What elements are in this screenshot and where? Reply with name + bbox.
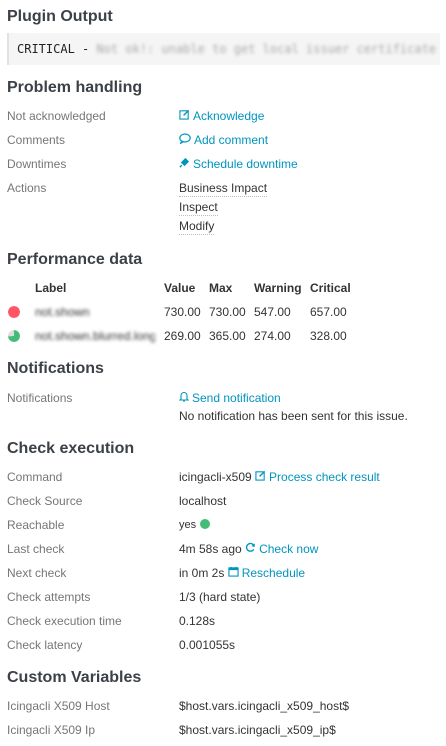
perf-col-label: Label — [35, 281, 67, 295]
action-inspect[interactable]: Inspect — [179, 199, 218, 216]
send-notification-link[interactable]: Send notification — [178, 390, 281, 406]
perf-col-value: Value — [164, 281, 196, 295]
not-acknowledged-label: Not acknowledged — [7, 109, 106, 123]
downtimes-label: Downtimes — [7, 157, 67, 171]
plug-icon — [179, 156, 190, 172]
acknowledge-label: Acknowledge — [193, 109, 265, 123]
reschedule-link[interactable]: Reschedule — [228, 566, 305, 580]
custom-var-label: Icingacli X509 Ip — [7, 723, 96, 737]
check-latency-value: 0.001055s — [179, 638, 236, 652]
perf-row-value: 269.00 — [164, 329, 201, 343]
notifications-heading: Notifications — [7, 360, 104, 377]
plugin-output-blurred-text: Not ok!: unable to get local issuer cert… — [96, 42, 437, 56]
reachable-label: Reachable — [7, 518, 65, 532]
perf-row-critical: 657.00 — [310, 305, 347, 319]
custom-var-label: Icingacli X509 Host — [7, 699, 110, 713]
next-check-value: in 0m 2s — [179, 566, 225, 580]
check-now-link[interactable]: Check now — [245, 542, 318, 556]
command-row: icingacli-x509 Process check result — [179, 469, 380, 485]
check-execution-time-label: Check execution time — [7, 614, 122, 628]
comment-icon — [179, 132, 191, 148]
check-execution-heading: Check execution — [7, 440, 135, 457]
perf-row-warning: 274.00 — [254, 329, 291, 343]
plugin-output-box: CRITICAL - Not ok!: unable to get local … — [7, 33, 440, 65]
calendar-icon — [228, 565, 239, 581]
actions-label: Actions — [7, 181, 47, 195]
next-check-row: in 0m 2s Reschedule — [179, 565, 305, 581]
bell-icon — [178, 390, 190, 406]
add-comment-label: Add comment — [194, 133, 269, 147]
refresh-icon — [245, 541, 256, 557]
add-comment-link[interactable]: Add comment — [179, 132, 268, 148]
perf-pie-icon — [8, 330, 20, 342]
perf-row-critical: 328.00 — [310, 329, 347, 343]
problem-handling-heading: Problem handling — [7, 79, 143, 96]
reschedule-label: Reschedule — [241, 566, 306, 580]
perf-row-warning: 547.00 — [254, 305, 291, 319]
command-label: Command — [7, 470, 63, 484]
command-value: icingacli-x509 — [179, 470, 252, 484]
perf-row-label: not.shown.blurred.longer.value — [35, 329, 155, 343]
custom-variables-heading: Custom Variables — [7, 669, 142, 686]
edit-icon — [255, 469, 266, 485]
perf-row-label: not.shown — [35, 305, 90, 319]
action-modify[interactable]: Modify — [179, 218, 215, 235]
perf-pie-icon — [8, 306, 20, 318]
check-attempts-value: 1/3 (hard state) — [179, 590, 261, 604]
check-attempts-label: Check attempts — [7, 590, 91, 604]
custom-var-value: $host.vars.icingacli_x509_ip$ — [179, 723, 336, 737]
comments-label: Comments — [7, 133, 66, 147]
send-notification-label: Send notification — [192, 391, 281, 405]
schedule-downtime-label: Schedule downtime — [193, 157, 298, 171]
last-check-row: 4m 58s ago Check now — [179, 541, 318, 557]
process-check-result-link[interactable]: Process check result — [255, 470, 380, 484]
perf-col-critical: Critical — [310, 281, 351, 295]
reachable-value: yes — [179, 519, 197, 531]
custom-var-value: $host.vars.icingacli_x509_host$ — [179, 699, 350, 713]
plugin-output-status: CRITICAL - — [17, 42, 97, 56]
last-check-label: Last check — [7, 542, 65, 556]
perf-col-warning: Warning — [254, 281, 302, 295]
perf-row-value: 730.00 — [164, 305, 201, 319]
reachable-status-dot — [200, 519, 211, 529]
check-source-label: Check Source — [7, 494, 83, 508]
process-check-result-label: Process check result — [269, 470, 380, 484]
schedule-downtime-link[interactable]: Schedule downtime — [179, 156, 298, 172]
perf-col-max: Max — [209, 281, 233, 295]
perf-row-max: 730.00 — [209, 305, 246, 319]
notifications-label: Notifications — [7, 391, 73, 405]
perf-row-max: 365.00 — [209, 329, 246, 343]
edit-icon — [179, 108, 190, 124]
check-latency-label: Check latency — [7, 638, 83, 652]
performance-data-heading: Performance data — [7, 251, 143, 268]
plugin-output-heading: Plugin Output — [7, 8, 113, 25]
check-now-label: Check now — [259, 542, 319, 556]
check-execution-time-value: 0.128s — [179, 614, 216, 628]
last-check-value: 4m 58s ago — [179, 542, 242, 556]
reachable-row: yes — [179, 517, 211, 533]
notification-message: No notification has been sent for this i… — [179, 409, 408, 423]
next-check-label: Next check — [7, 566, 67, 580]
acknowledge-link[interactable]: Acknowledge — [179, 108, 264, 124]
action-business-impact[interactable]: Business Impact — [179, 180, 268, 197]
check-source-value: localhost — [179, 494, 227, 508]
